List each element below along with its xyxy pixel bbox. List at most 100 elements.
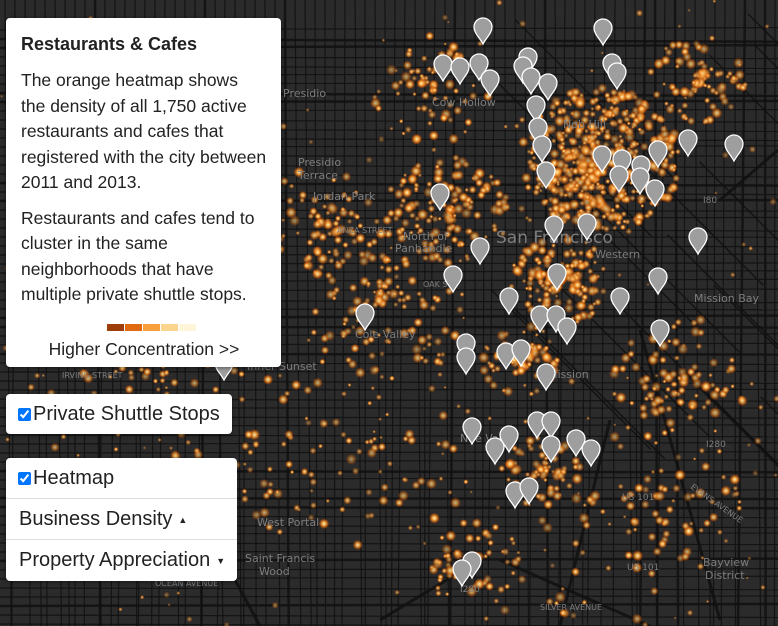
heatmap-checkbox[interactable] bbox=[18, 471, 31, 485]
heat-point bbox=[730, 491, 739, 499]
heat-point bbox=[570, 250, 578, 258]
heat-point bbox=[698, 447, 706, 454]
heat-point bbox=[624, 125, 631, 131]
heat-point bbox=[464, 255, 471, 262]
heat-point bbox=[571, 186, 577, 192]
heat-point bbox=[262, 374, 274, 385]
heat-point bbox=[565, 298, 573, 306]
heat-point bbox=[284, 429, 294, 439]
heat-point bbox=[514, 555, 522, 563]
heat-point bbox=[678, 86, 691, 98]
map-label-st-francis-1: Saint Francis bbox=[245, 552, 315, 565]
heat-point bbox=[113, 446, 119, 452]
heat-point bbox=[590, 182, 596, 188]
heat-point bbox=[350, 237, 359, 246]
heat-point bbox=[452, 87, 460, 95]
heat-point bbox=[631, 549, 644, 562]
heat-point bbox=[311, 307, 320, 316]
heat-point bbox=[686, 413, 695, 422]
heat-point bbox=[342, 250, 353, 260]
heat-point bbox=[701, 404, 707, 411]
heat-point bbox=[556, 108, 564, 116]
heatmap-toggle[interactable]: Heatmap bbox=[6, 458, 237, 498]
heat-point bbox=[471, 517, 482, 529]
heat-point bbox=[325, 498, 330, 504]
heat-point bbox=[510, 570, 516, 576]
property-appreciation-dropdown[interactable]: Property Appreciation ▼ bbox=[6, 539, 237, 580]
heat-point bbox=[477, 190, 486, 200]
heat-point bbox=[365, 281, 372, 287]
heat-point bbox=[437, 359, 445, 367]
heat-point bbox=[674, 318, 682, 326]
heat-point bbox=[389, 375, 395, 382]
heat-point bbox=[318, 418, 329, 429]
heat-point bbox=[286, 196, 295, 205]
heat-point bbox=[460, 207, 473, 219]
heat-point bbox=[445, 555, 453, 564]
heat-point bbox=[539, 270, 548, 278]
heat-point bbox=[394, 68, 399, 73]
heat-point bbox=[674, 453, 683, 462]
heat-point bbox=[441, 14, 449, 21]
heat-point bbox=[412, 91, 417, 97]
heat-point bbox=[698, 527, 705, 534]
heat-point bbox=[262, 491, 271, 500]
heat-point bbox=[572, 262, 578, 268]
heat-point bbox=[672, 484, 681, 493]
heat-point bbox=[387, 185, 395, 194]
heat-point bbox=[630, 188, 637, 195]
heat-point bbox=[663, 45, 669, 52]
heat-point bbox=[651, 509, 660, 519]
heat-point bbox=[657, 539, 668, 549]
heat-point bbox=[421, 346, 427, 352]
panel-description-1: The orange heatmap shows the density of … bbox=[21, 70, 267, 192]
heat-point bbox=[502, 386, 514, 397]
heat-point bbox=[433, 337, 443, 347]
heat-point bbox=[601, 108, 607, 114]
heat-point bbox=[521, 278, 527, 284]
heat-point bbox=[429, 304, 437, 312]
heat-point bbox=[584, 194, 591, 201]
shuttle-stops-toggle[interactable]: Private Shuttle Stops bbox=[6, 394, 232, 434]
heat-point bbox=[752, 469, 759, 477]
heat-point bbox=[413, 182, 420, 189]
heat-point bbox=[326, 230, 333, 237]
heat-point bbox=[737, 499, 742, 505]
heat-point bbox=[432, 557, 441, 566]
heat-point bbox=[364, 512, 372, 520]
heat-point bbox=[746, 442, 752, 448]
heat-point bbox=[576, 191, 586, 200]
heat-point bbox=[446, 20, 450, 24]
heat-point bbox=[611, 99, 618, 106]
heat-point bbox=[553, 484, 561, 493]
heat-point bbox=[34, 372, 41, 379]
heat-point bbox=[681, 521, 690, 531]
heat-point bbox=[300, 467, 309, 476]
shuttle-stops-checkbox[interactable] bbox=[18, 407, 31, 421]
heat-point bbox=[327, 275, 337, 286]
heat-point bbox=[540, 351, 552, 363]
heat-point bbox=[671, 167, 677, 173]
legend-swatch-5 bbox=[178, 322, 197, 332]
heat-point bbox=[340, 333, 346, 339]
heat-point bbox=[372, 436, 378, 442]
heat-point bbox=[586, 166, 596, 175]
street bbox=[504, 0, 507, 626]
heat-point bbox=[549, 562, 556, 569]
heat-point bbox=[653, 440, 659, 446]
heat-point bbox=[439, 535, 445, 541]
heat-point bbox=[574, 158, 582, 166]
heat-point bbox=[634, 217, 643, 227]
heat-point bbox=[321, 203, 328, 210]
business-density-dropdown[interactable]: Business Density ▲ bbox=[6, 498, 237, 539]
heat-point bbox=[400, 218, 411, 228]
heat-point bbox=[642, 431, 653, 442]
heat-point bbox=[419, 73, 425, 79]
heat-point bbox=[309, 230, 320, 241]
heat-point bbox=[441, 209, 454, 222]
heat-point bbox=[610, 107, 618, 114]
heat-point bbox=[404, 125, 412, 134]
heat-point bbox=[296, 507, 302, 512]
heat-point bbox=[118, 607, 123, 612]
heat-point bbox=[308, 139, 314, 145]
